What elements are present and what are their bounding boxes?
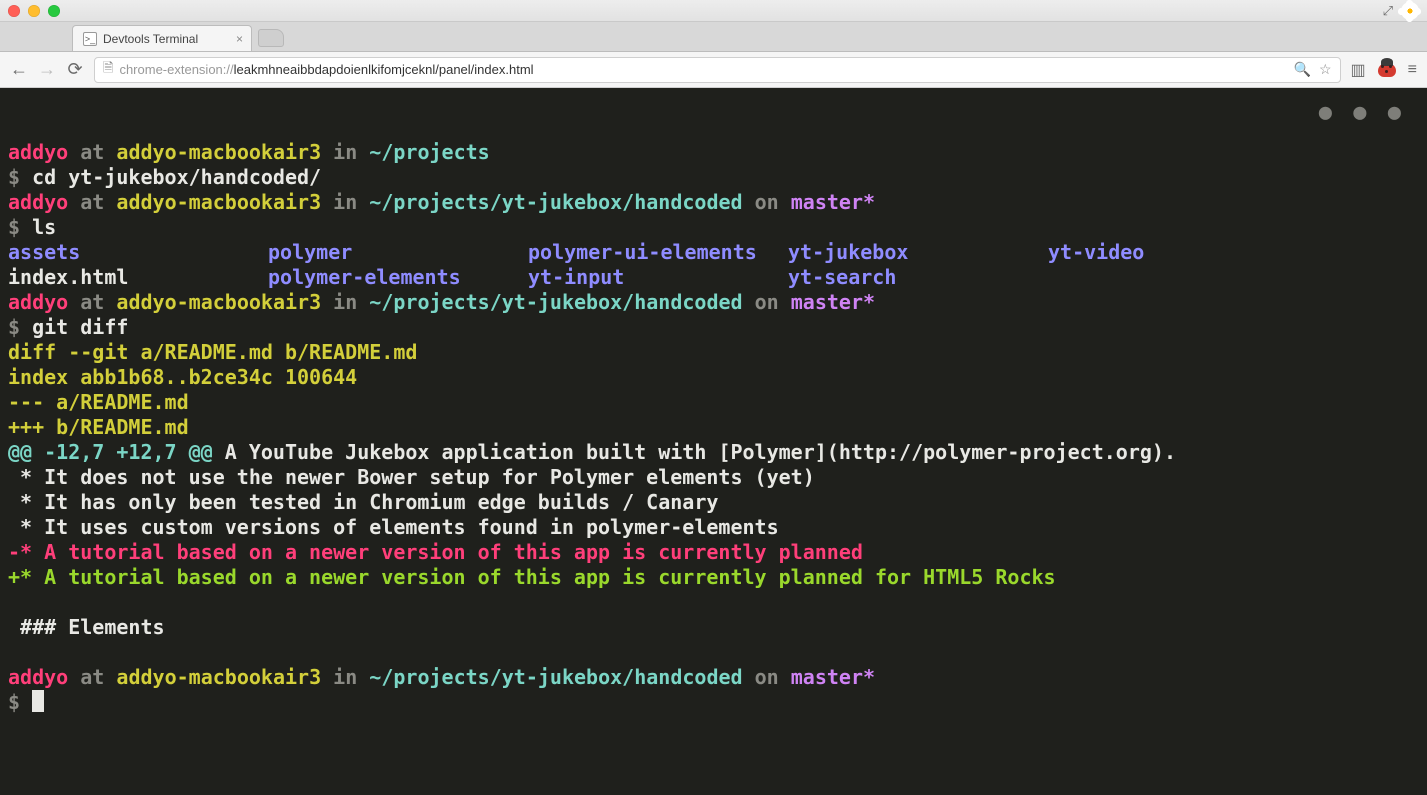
diff-header: +++ b/README.md [8,415,189,439]
diff-context: ### Elements [8,615,165,639]
address-bar[interactable]: 🗎 chrome-extension://leakmhneaibbdapdoie… [94,57,1341,83]
prompt-symbol: $ [8,165,32,189]
search-in-page-icon[interactable]: 🔍 [1294,61,1311,78]
browser-toolbar: ← → ⟳ 🗎 chrome-extension://leakmhneaibbd… [0,52,1427,88]
tab-strip: >_ Devtools Terminal × [0,22,1427,52]
ls-entry: assets [8,240,268,265]
window-minimize-button[interactable] [28,5,40,17]
window-maximize-button[interactable] [48,5,60,17]
diff-addition: +* A tutorial based on a newer version o… [8,565,1056,589]
prompt-branch: master* [791,190,875,214]
window-close-button[interactable] [8,5,20,17]
command-cd: cd yt-jukebox/handcoded/ [32,165,321,189]
diff-header: diff --git a/README.md b/README.md [8,340,417,364]
diff-header: index abb1b68..b2ce34c 100644 [8,365,357,389]
diff-header: --- a/README.md [8,390,189,414]
tab-title: Devtools Terminal [103,32,198,46]
ladybug-icon[interactable] [1378,63,1396,77]
diff-context [8,590,20,614]
terminal-viewport[interactable]: ● ● ● addyo at addyo-macbookair3 in ~/pr… [0,88,1427,795]
address-text: chrome-extension://leakmhneaibbdapdoienl… [119,62,1287,77]
ls-output: index.htmlpolymer-elementsyt-inputyt-sea… [8,265,1048,289]
ls-entry: yt-search [788,265,1048,290]
ls-entry: polymer [268,240,528,265]
command-git-diff: git diff [32,315,128,339]
diff-hunk: @@ -12,7 +12,7 @@ A YouTube Jukebox appl… [8,440,1176,464]
bookmark-star-icon[interactable]: ☆ [1319,61,1332,78]
prompt-host: addyo-macbookair3 [116,140,321,164]
reload-button[interactable]: ⟳ [66,59,84,80]
chrome-menu-icon[interactable]: ≡ [1408,61,1417,79]
back-button[interactable]: ← [10,59,28,80]
terminal-favicon-icon: >_ [83,32,97,46]
fullscreen-icon[interactable]: ⤢ [1383,3,1393,19]
prompt-user: addyo [8,190,68,214]
command-ls: ls [32,215,56,239]
window-titlebar: ⤢ [0,0,1427,22]
ls-entry: yt-video [1048,240,1144,265]
extensions-icon[interactable]: ▥ [1351,60,1366,80]
forward-button[interactable]: → [38,59,56,80]
tab-close-icon[interactable]: × [236,32,243,46]
ls-entry: polymer-elements [268,265,528,290]
ls-entry: yt-input [528,265,788,290]
ls-entry: index.html [8,265,268,290]
browser-tab[interactable]: >_ Devtools Terminal × [72,25,252,51]
overflow-dots-icon[interactable]: ● ● ● [1319,100,1405,125]
terminal-cursor [32,690,44,712]
ls-entry: yt-jukebox [788,240,1048,265]
prompt-at: at [80,140,104,164]
diff-deletion: -* A tutorial based on a newer version o… [8,540,863,564]
prompt-path: ~/projects [369,140,489,164]
prompt-in: in [333,140,357,164]
ls-entry: polymer-ui-elements [528,240,788,265]
ls-output: assetspolymerpolymer-ui-elementsyt-jukeb… [8,240,1144,264]
new-tab-button[interactable] [258,29,284,47]
flower-icon [1401,2,1419,20]
diff-context: * It uses custom versions of elements fo… [8,515,779,539]
prompt-user: addyo [8,140,68,164]
diff-context: * It has only been tested in Chromium ed… [8,490,718,514]
diff-context: * It does not use the newer Bower setup … [8,465,815,489]
page-icon: 🗎 [103,59,113,81]
